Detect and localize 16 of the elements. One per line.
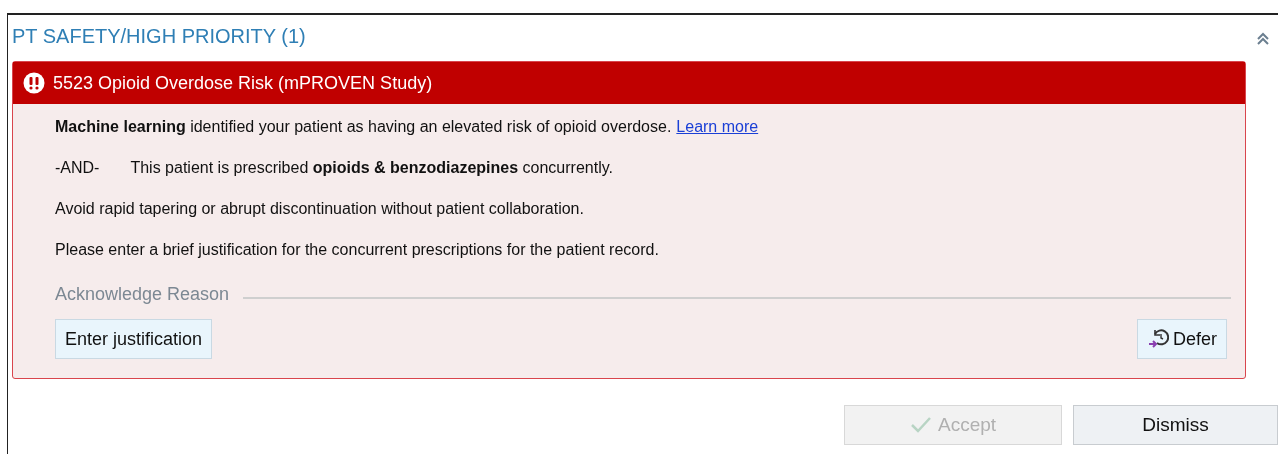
- clock-arrow-icon: [1147, 328, 1169, 350]
- collapse-icon[interactable]: [1256, 32, 1270, 46]
- alert-icon: [23, 72, 45, 94]
- alert-title: 5523 Opioid Overdose Risk (mPROVEN Study): [53, 72, 433, 94]
- alert-text: Please enter a brief justification for the concurrent prescriptions for the patient record.: [55, 240, 659, 260]
- learn-more-link[interactable]: Learn more: [676, 116, 759, 157]
- justification-button[interactable]: Enter justification: [55, 319, 213, 359]
- alert-text: This patient is prescribed opioids & benzodiazepines concurrently.: [130, 158, 613, 178]
- panel-title: PT SAFETY/HIGH PRIORITY (1): [12, 24, 306, 48]
- dismiss-button[interactable]: Dismiss: [1073, 405, 1278, 445]
- alert-prefix: -AND-: [55, 158, 100, 178]
- alert-text: Avoid rapid tapering or abrupt discontinuation without patient collaboration.: [55, 199, 584, 219]
- check-icon: [909, 416, 932, 434]
- alert-text: Machine learning identified your patient as having an elevated risk of opioid overdose.: [55, 117, 672, 137]
- section-label: Acknowledge Reason: [55, 284, 230, 305]
- defer-button[interactable]: Defer: [1137, 319, 1227, 359]
